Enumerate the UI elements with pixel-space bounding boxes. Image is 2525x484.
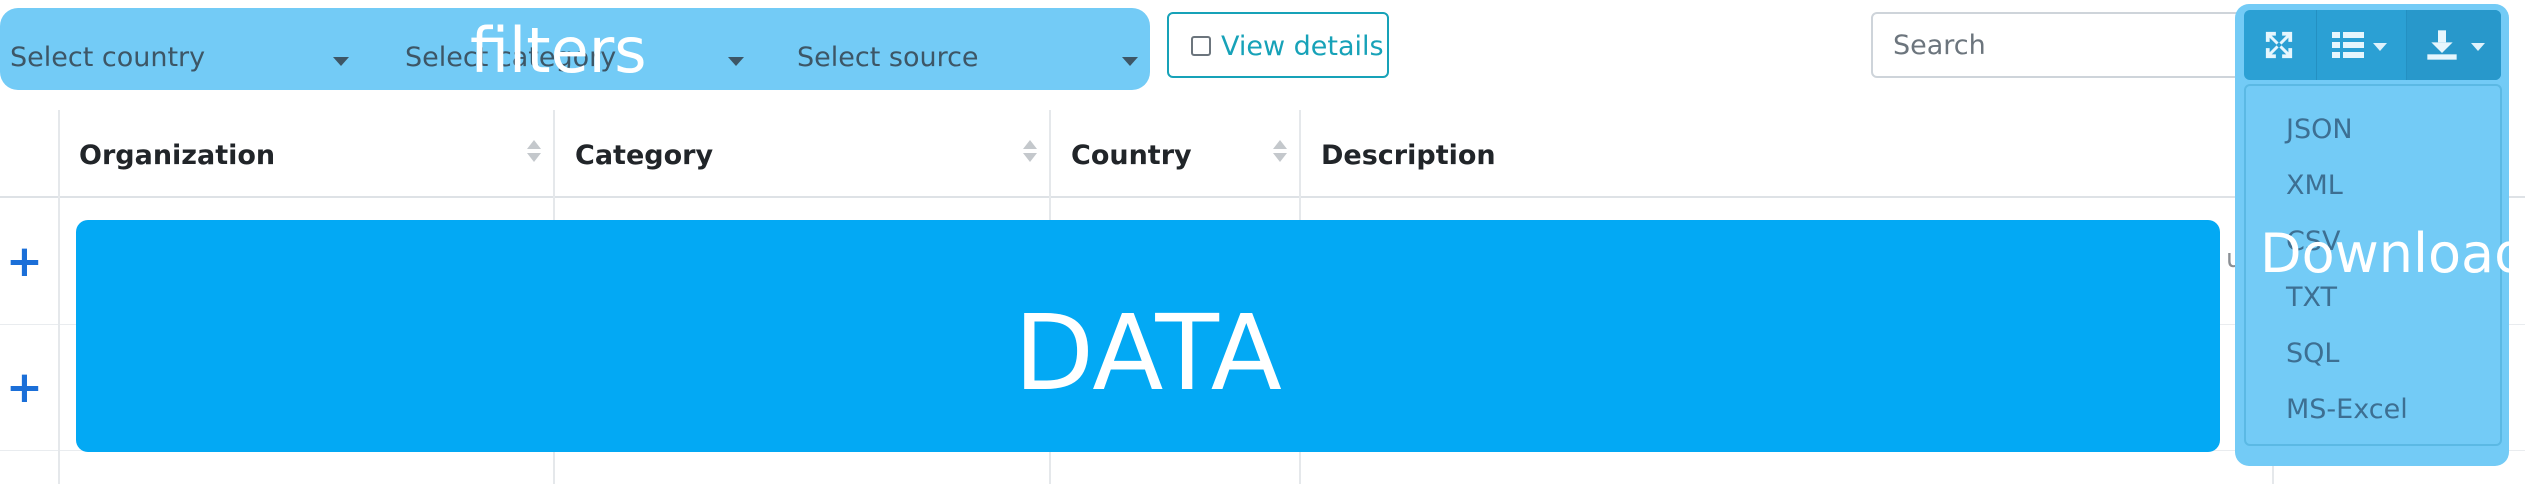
- menu-item-ms-excel[interactable]: MS-Excel: [2286, 394, 2408, 425]
- row-expand-plus-icon[interactable]: +: [6, 240, 43, 284]
- download-overlay-label: Download: [2260, 222, 2525, 285]
- source-select[interactable]: Select source: [787, 22, 1167, 80]
- chevron-down-icon: [2373, 43, 2387, 51]
- country-select[interactable]: Select country: [0, 22, 380, 80]
- menu-item-sql[interactable]: SQL: [2286, 338, 2339, 369]
- view-details-checkbox[interactable]: [1191, 36, 1211, 56]
- filters-overlay-label: filters: [470, 14, 647, 87]
- view-details-label: View details: [1221, 31, 1384, 62]
- source-select-value: Select source: [797, 42, 979, 73]
- search-input[interactable]: [1871, 12, 2241, 78]
- view-details-button[interactable]: View details: [1167, 12, 1389, 78]
- country-select-value: Select country: [10, 42, 206, 73]
- chevron-down-icon: [2471, 43, 2485, 51]
- column-header-organization[interactable]: Organization: [79, 140, 275, 171]
- column-header-country[interactable]: Country: [1071, 140, 1192, 171]
- chevron-down-icon: [728, 57, 744, 66]
- row-expand-plus-icon[interactable]: +: [6, 366, 43, 410]
- column-header-category[interactable]: Category: [575, 140, 713, 171]
- chevron-down-icon: [333, 57, 349, 66]
- table-toolbar: [2244, 10, 2501, 80]
- menu-item-json[interactable]: JSON: [2286, 114, 2353, 145]
- list-columns-icon: [2332, 32, 2364, 58]
- data-overlay-label: DATA: [1014, 292, 1282, 414]
- sort-icon[interactable]: [1023, 138, 1037, 168]
- data-overlay: DATA: [76, 220, 2220, 452]
- sort-icon[interactable]: [527, 138, 541, 168]
- column-header-description[interactable]: Description: [1321, 140, 1496, 171]
- column-divider: [58, 110, 60, 484]
- download-icon: [2427, 30, 2457, 60]
- menu-item-txt[interactable]: TXT: [2286, 282, 2337, 313]
- filters-bar: Select country Select category Select so…: [0, 8, 1150, 90]
- header-bottom-border: [0, 196, 2525, 198]
- download-button[interactable]: [2406, 10, 2501, 80]
- fullscreen-button[interactable]: [2244, 10, 2316, 80]
- fullscreen-icon: [2265, 31, 2293, 59]
- chevron-down-icon: [1122, 57, 1138, 66]
- columns-toggle-button[interactable]: [2316, 10, 2406, 80]
- menu-item-xml[interactable]: XML: [2286, 170, 2343, 201]
- sort-icon[interactable]: [1273, 138, 1287, 168]
